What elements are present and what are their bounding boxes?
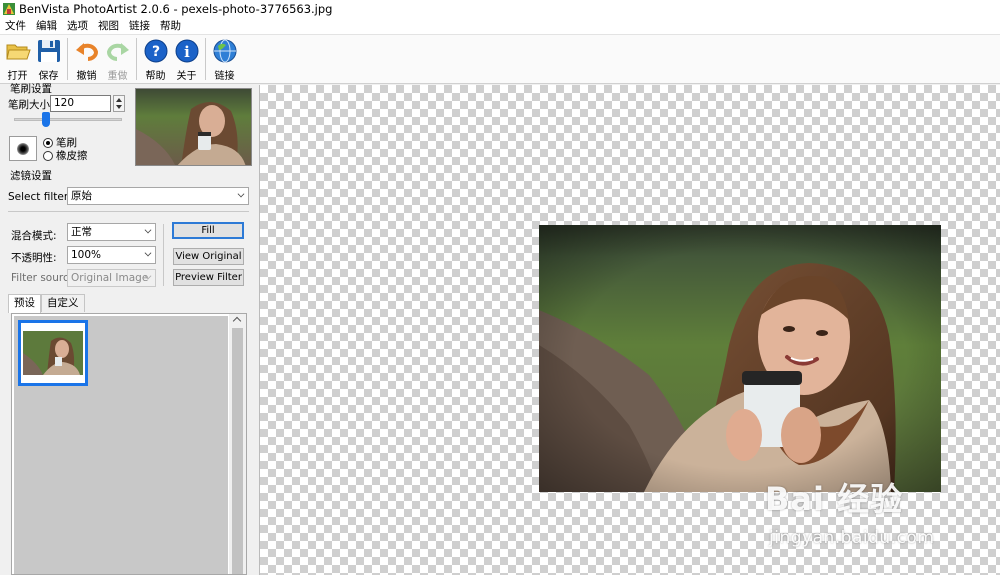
chevron-down-icon	[144, 226, 152, 234]
link-button[interactable]: 链接	[209, 35, 240, 82]
redo-label: 重做	[107, 71, 128, 82]
image-thumbnail[interactable]	[135, 88, 252, 166]
tab-custom[interactable]: 自定义	[41, 294, 85, 312]
brush-size-input[interactable]: 120	[50, 95, 111, 112]
portrait-photo-thumbnail	[136, 89, 251, 165]
blend-mode-label: 混合模式:	[11, 230, 57, 242]
redo-icon	[106, 43, 129, 61]
folder-open-icon	[5, 44, 31, 60]
help-question-icon: ?	[144, 39, 167, 63]
filter-source-value: Original Image	[71, 272, 149, 284]
redo-button[interactable]: 重做	[102, 35, 133, 82]
tab-presets[interactable]: 预设	[8, 294, 41, 313]
floppy-disk-icon	[37, 40, 60, 62]
filter-select-value: 原始	[71, 190, 92, 202]
save-button[interactable]: 保存	[33, 35, 64, 82]
menu-file[interactable]: 文件	[0, 18, 31, 35]
menu-options[interactable]: 选项	[62, 18, 93, 35]
svg-text:i: i	[184, 43, 190, 61]
chevron-down-icon	[144, 249, 152, 257]
canvas-photo[interactable]	[539, 225, 941, 492]
divider	[8, 211, 249, 212]
about-button[interactable]: i 关于	[171, 35, 202, 82]
filter-group-title: 滤镜设置	[10, 170, 52, 182]
watermark-url: jingyan.baidu.com	[769, 528, 935, 548]
open-button[interactable]: 打开	[2, 35, 33, 82]
opacity-label: 不透明性:	[11, 252, 57, 264]
fill-button[interactable]: Fill	[172, 222, 244, 239]
undo-button[interactable]: 撤销	[71, 35, 102, 82]
settings-panel: 笔刷设置 笔刷大小: 120 笔刷 橡皮擦 滤镜设置 Select filter…	[0, 83, 256, 575]
stepper-up-icon[interactable]	[116, 98, 122, 102]
opacity-select[interactable]: 100%	[67, 246, 156, 264]
portrait-photo-preset	[23, 331, 83, 375]
preview-filter-button[interactable]: Preview Filter	[173, 269, 244, 286]
brush-size-slider-handle[interactable]	[42, 112, 51, 127]
menu-edit[interactable]: 编辑	[31, 18, 62, 35]
eraser-mode-label: 橡皮擦	[56, 150, 88, 162]
app-icon	[3, 3, 15, 15]
help-label: 帮助	[145, 71, 166, 82]
save-label: 保存	[38, 71, 59, 82]
preset-item-original[interactable]	[18, 320, 88, 386]
view-original-button[interactable]: View Original	[173, 248, 244, 265]
preset-thumbnail	[23, 331, 83, 375]
preset-grid	[14, 316, 228, 574]
filter-source-select[interactable]: Original Image	[67, 269, 156, 287]
opacity-value: 100%	[71, 249, 102, 261]
info-icon: i	[175, 39, 198, 63]
window-title: BenVista PhotoArtist 2.0.6 - pexels-phot…	[19, 2, 333, 16]
filter-select[interactable]: 原始	[67, 187, 249, 205]
chevron-down-icon	[237, 190, 245, 198]
menu-view[interactable]: 视图	[93, 18, 124, 35]
watermark-brand: Bai 经验	[765, 480, 904, 518]
title-bar: BenVista PhotoArtist 2.0.6 - pexels-phot…	[0, 0, 1000, 18]
brush-size-slider[interactable]	[14, 118, 122, 121]
preset-list	[11, 313, 247, 575]
menu-link[interactable]: 链接	[124, 18, 155, 35]
undo-label: 撤销	[76, 71, 97, 82]
eraser-mode-radio[interactable]: 橡皮擦	[43, 148, 88, 163]
vertical-divider	[163, 224, 164, 286]
brush-size-stepper[interactable]	[113, 95, 125, 112]
toolbar-separator	[67, 38, 68, 80]
brush-size-label: 笔刷大小:	[8, 99, 54, 111]
brush-group-title: 笔刷设置	[10, 83, 52, 95]
menu-help[interactable]: 帮助	[155, 18, 186, 35]
baidu-watermark: Bai 经验 jingyan.baidu.com	[765, 468, 985, 558]
menu-bar: 文件 编辑 选项 视图 链接 帮助	[0, 18, 1000, 35]
portrait-photo	[539, 225, 941, 492]
toolbar: 打开 保存 撤销 重做 ? 帮助 i 关于 链接	[0, 35, 1000, 84]
preset-tabs: 预设 自定义	[8, 294, 85, 313]
radio-checked-icon[interactable]	[43, 137, 53, 148]
globe-icon	[213, 39, 236, 63]
stepper-down-icon[interactable]	[116, 105, 122, 109]
scrollbar-thumb[interactable]	[232, 328, 243, 574]
brush-dot-icon	[17, 142, 29, 155]
scroll-up-icon[interactable]	[232, 316, 242, 326]
blend-mode-select[interactable]: 正常	[67, 223, 156, 241]
link-label: 链接	[214, 71, 235, 82]
preset-scrollbar[interactable]	[229, 314, 246, 574]
blend-mode-value: 正常	[71, 226, 92, 238]
toolbar-separator	[205, 38, 206, 80]
select-filter-label: Select filter:	[8, 191, 72, 203]
undo-icon	[75, 43, 98, 61]
toolbar-separator	[136, 38, 137, 80]
photoartist-window: BenVista PhotoArtist 2.0.6 - pexels-phot…	[0, 0, 1000, 575]
about-label: 关于	[176, 71, 197, 82]
help-button[interactable]: ? 帮助	[140, 35, 171, 82]
brush-tip-preview	[9, 136, 37, 161]
svg-text:?: ?	[151, 44, 159, 60]
open-label: 打开	[7, 71, 28, 82]
radio-unchecked-icon[interactable]	[43, 150, 53, 161]
